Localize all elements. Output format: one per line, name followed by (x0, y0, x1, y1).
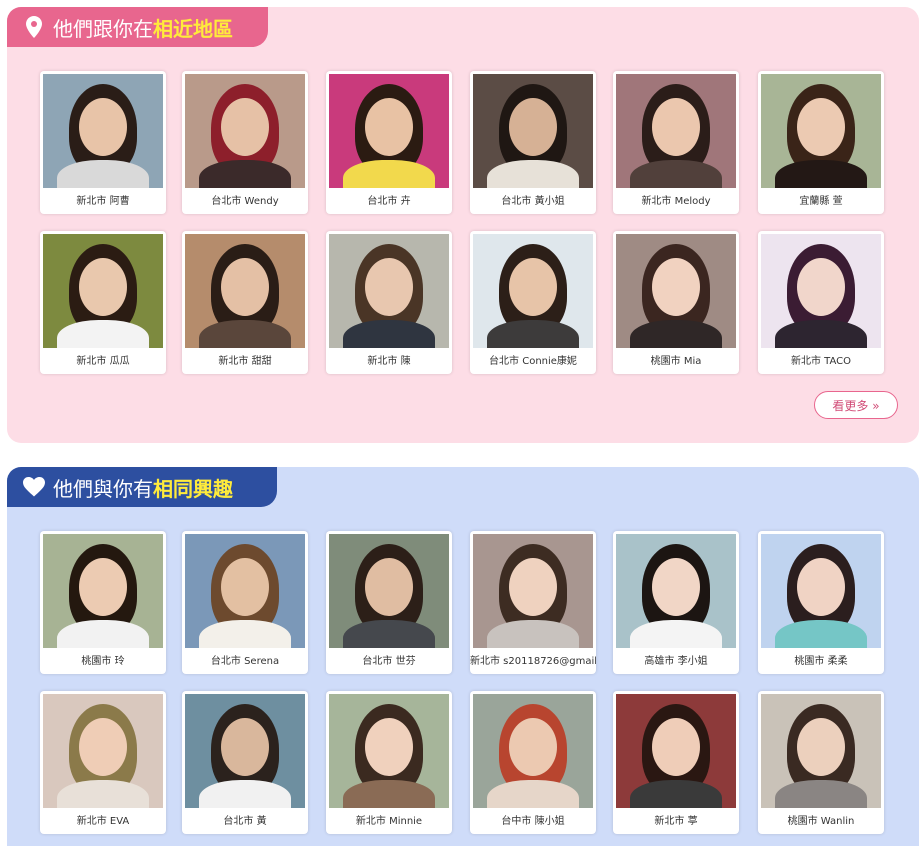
see-more-button[interactable]: 看更多 » (814, 391, 898, 419)
profile-photo[interactable] (761, 74, 881, 188)
profile-photo[interactable] (761, 234, 881, 348)
profile-caption: 桃園市 柔柔 (794, 656, 848, 667)
profile-caption: 新北市 Melody (641, 196, 711, 207)
profile-photo[interactable] (761, 534, 881, 648)
profile-photo[interactable] (43, 74, 163, 188)
profile-card[interactable]: 台北市 Wendy (182, 71, 308, 214)
profile-photo[interactable] (473, 234, 593, 348)
profile-caption: 台北市 卉 (367, 196, 411, 207)
profile-card[interactable]: 台北市 黃 (182, 691, 308, 834)
interest-header-tab: 他們與你有相同興趣 (7, 467, 277, 507)
profile-photo[interactable] (616, 534, 736, 648)
profile-card[interactable]: 宜蘭縣 萱 (758, 71, 884, 214)
profile-card[interactable]: 高雄市 李小姐 (613, 531, 739, 674)
map-pin-icon (23, 15, 45, 39)
profile-photo[interactable] (616, 74, 736, 188)
profile-card[interactable]: 新北市 EVA (40, 691, 166, 834)
profile-card[interactable]: 桃園市 柔柔 (758, 531, 884, 674)
profile-card[interactable]: 桃園市 玲 (40, 531, 166, 674)
heart-icon (23, 475, 45, 499)
profile-photo[interactable] (473, 74, 593, 188)
profile-photo[interactable] (329, 534, 449, 648)
profile-photo[interactable] (473, 694, 593, 808)
profile-card[interactable]: 台北市 黃小姐 (470, 71, 596, 214)
profile-caption: 台北市 Serena (210, 656, 280, 667)
profile-photo[interactable] (329, 74, 449, 188)
profile-caption: 桃園市 Mia (650, 356, 702, 367)
profile-card[interactable]: 台北市 Serena (182, 531, 308, 674)
profile-photo[interactable] (43, 534, 163, 648)
profile-photo[interactable] (329, 694, 449, 808)
profile-photo[interactable] (185, 694, 305, 808)
profile-caption: 新北市 葶 (654, 816, 698, 827)
profile-caption: 新北市 s20118726@gmail.com (470, 656, 596, 667)
interest-title: 他們與你有相同興趣 (53, 476, 233, 501)
profile-caption: 台北市 黃小姐 (501, 196, 565, 207)
profile-card[interactable]: 台北市 世芬 (326, 531, 452, 674)
profile-card[interactable]: 新北市 陳 (326, 231, 452, 374)
profile-photo[interactable] (43, 694, 163, 808)
interest-section: 他們與你有相同興趣 桃園市 玲 台北市 Serena 台北市 世芬 新北市 s2011… (7, 467, 919, 846)
nearby-title: 他們跟你在相近地區 (53, 16, 233, 41)
profile-card[interactable]: 新北市 甜甜 (182, 231, 308, 374)
profile-card[interactable]: 新北市 Minnie (326, 691, 452, 834)
profile-caption: 台北市 Connie康妮 (489, 356, 577, 367)
nearby-section: 他們跟你在相近地區 新北市 阿曹 台北市 Wendy 台北市 卉台北市 黃小姐 新北市… (7, 7, 919, 443)
profile-photo[interactable] (43, 234, 163, 348)
profile-caption: 台中市 陳小姐 (501, 816, 565, 827)
profile-caption: 宜蘭縣 萱 (799, 196, 843, 207)
profile-card[interactable]: 台中市 陳小姐 (470, 691, 596, 834)
profile-card[interactable]: 新北市 葶 (613, 691, 739, 834)
profile-card[interactable]: 新北市 Melody (613, 71, 739, 214)
profile-caption: 新北市 瓜瓜 (76, 356, 130, 367)
profile-photo[interactable] (185, 234, 305, 348)
nearby-header-tab: 他們跟你在相近地區 (7, 7, 268, 47)
profile-caption: 台北市 黃 (223, 816, 267, 827)
profile-card[interactable]: 新北市 s20118726@gmail.com (470, 531, 596, 674)
profile-photo[interactable] (473, 534, 593, 648)
profile-caption: 桃園市 玲 (81, 656, 125, 667)
profile-card[interactable]: 桃園市 Wanlin (758, 691, 884, 834)
profile-caption: 新北市 EVA (76, 816, 130, 827)
profile-card[interactable]: 桃園市 Mia (613, 231, 739, 374)
profile-photo[interactable] (185, 534, 305, 648)
profile-caption: 桃園市 Wanlin (787, 816, 855, 827)
profile-card[interactable]: 新北市 瓜瓜 (40, 231, 166, 374)
profile-card[interactable]: 新北市 TACO (758, 231, 884, 374)
profile-caption: 新北市 TACO (790, 356, 852, 367)
profile-photo[interactable] (616, 234, 736, 348)
profile-caption: 高雄市 李小姐 (644, 656, 708, 667)
profile-caption: 新北市 甜甜 (218, 356, 272, 367)
profile-caption: 台北市 世芬 (362, 656, 416, 667)
profile-card[interactable]: 台北市 Connie康妮 (470, 231, 596, 374)
profile-card[interactable]: 台北市 卉 (326, 71, 452, 214)
profile-photo[interactable] (616, 694, 736, 808)
profile-photo[interactable] (185, 74, 305, 188)
profile-caption: 新北市 阿曹 (76, 196, 130, 207)
profile-caption: 新北市 陳 (367, 356, 411, 367)
profile-card[interactable]: 新北市 阿曹 (40, 71, 166, 214)
profile-caption: 新北市 Minnie (355, 816, 423, 827)
profile-caption: 台北市 Wendy (211, 196, 279, 207)
profile-photo[interactable] (761, 694, 881, 808)
profile-photo[interactable] (329, 234, 449, 348)
